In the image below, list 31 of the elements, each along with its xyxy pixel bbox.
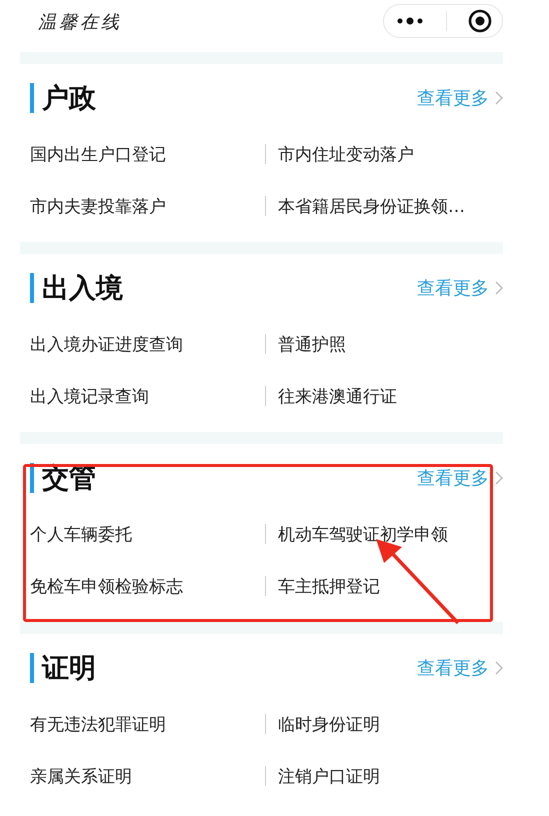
service-link[interactable]: 往来港澳通行证: [278, 384, 397, 408]
service-link[interactable]: 个人车辆委托: [30, 522, 132, 546]
service-link[interactable]: 有无违法犯罪证明: [30, 712, 166, 736]
app-title: 温馨在线: [38, 11, 122, 34]
service-link[interactable]: 出入境办证进度查询: [30, 332, 183, 356]
section-title: 交管: [42, 462, 97, 496]
chevron-right-icon: [495, 661, 503, 675]
service-link[interactable]: 出入境记录查询: [30, 384, 149, 408]
accent-bar: [30, 463, 34, 493]
accent-bar: [30, 273, 34, 303]
close-icon[interactable]: [468, 9, 492, 33]
accent-bar: [30, 653, 34, 683]
service-link[interactable]: 车主抵押登记: [278, 574, 380, 598]
service-link[interactable]: 国内出生户口登记: [30, 142, 166, 166]
service-link[interactable]: 注销户口证明: [278, 764, 380, 788]
service-link[interactable]: 本省籍居民身份证换领…: [278, 194, 465, 218]
service-link[interactable]: 机动车驾驶证初学申领: [278, 522, 448, 546]
service-link[interactable]: 普通护照: [278, 332, 346, 356]
service-link[interactable]: 临时身份证明: [278, 712, 380, 736]
accent-bar: [30, 83, 34, 113]
chevron-right-icon: [495, 91, 503, 105]
service-link[interactable]: 免检车申领检验标志: [30, 574, 183, 598]
more-icon[interactable]: [394, 16, 424, 26]
service-link[interactable]: 亲属关系证明: [30, 764, 132, 788]
chevron-right-icon: [495, 281, 503, 295]
section-title: 出入境: [42, 272, 124, 306]
section-title: 户政: [42, 82, 97, 116]
section-title: 证明: [42, 652, 97, 686]
service-link[interactable]: 市内夫妻投靠落户: [30, 194, 166, 218]
chevron-right-icon: [495, 471, 503, 485]
service-link[interactable]: 市内住址变动落户: [278, 142, 414, 166]
